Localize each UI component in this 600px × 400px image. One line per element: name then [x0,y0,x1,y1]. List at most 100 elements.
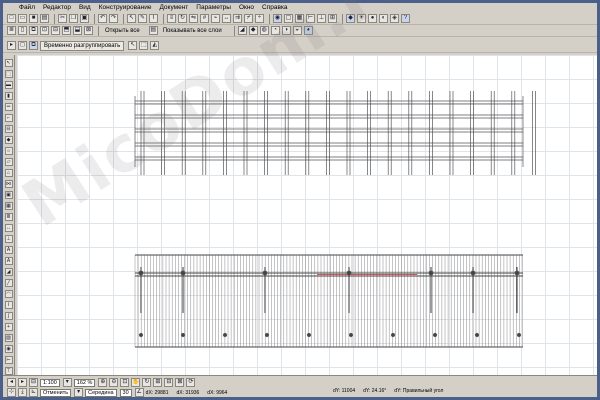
display-options-icon[interactable]: ◕ [303,26,313,35]
floor-icon[interactable]: ⊟ [29,378,38,387]
hotspot-tool-icon[interactable]: + [4,323,13,331]
stair-tool-icon[interactable]: ≣ [4,213,13,221]
rotate-view-icon[interactable]: ↻ [142,378,152,387]
lamp-tool-icon[interactable]: ☼ [4,147,13,155]
rebar-grid-plan[interactable] [17,55,597,375]
line-tool-icon[interactable]: ╱ [4,279,13,287]
open-folder-icon[interactable]: ▭ [18,14,27,23]
print-icon[interactable]: ▤ [40,14,49,23]
grid-icon[interactable]: # [200,14,209,23]
navigator-icon[interactable]: ◐ [379,14,388,23]
ortho-icon[interactable]: ⊾ [29,388,38,397]
menu-options[interactable]: Параметры [192,3,235,13]
mirror-icon[interactable]: ⇋ [189,14,198,23]
menu-view[interactable]: Вид [75,3,95,13]
section-tool-icon[interactable]: ⊢ [4,356,13,364]
renovation-icon[interactable]: ◒ [292,26,302,35]
prev-view-icon[interactable]: ◂ [7,378,16,387]
offset-icon[interactable]: ⇉ [233,14,242,23]
align-icon[interactable]: ≡ [167,14,176,23]
dimension-tool-icon[interactable]: ↔ [4,224,13,232]
wall-tool-icon[interactable]: ▬ [4,81,13,89]
stretch-icon[interactable]: ↔ [222,14,231,23]
label-tool-icon[interactable]: A [4,257,13,265]
ungroup-icon[interactable]: ⊡ [40,26,49,35]
zoom-field[interactable]: 162 % [73,378,96,387]
level-tool-icon[interactable]: ⊥ [4,235,13,243]
mesh-tool-icon[interactable]: ⋈ [4,180,13,188]
camera-icon[interactable]: ◉ [273,14,282,23]
temporary-ungroup-button[interactable]: Временно разгруппировать [40,40,125,51]
zoom-in-icon[interactable]: ⊕ [98,378,108,387]
new-file-icon[interactable]: □ [7,14,16,23]
eyedropper-icon[interactable]: ⌇ [149,14,158,23]
rotate-icon[interactable]: ↻ [178,14,187,23]
gravity-icon[interactable]: ⤓ [18,388,27,397]
pointer-icon[interactable]: ↖ [128,41,138,50]
window-tool-icon[interactable]: ⊟ [4,125,13,133]
fill-icon[interactable]: ◆ [248,26,258,35]
layout-icon[interactable]: ▦ [295,14,304,23]
layer-lock-icon[interactable]: ▯ [18,26,27,35]
section-icon[interactable]: ⊞ [328,14,337,23]
model-view-icon[interactable]: ◑ [281,26,291,35]
menu-help[interactable]: Справка [258,3,292,13]
zone-tool-icon[interactable]: ▣ [4,191,13,199]
arc-tool-icon[interactable]: ◠ [4,290,13,298]
layer-field[interactable]: Отменить [40,388,72,397]
column-tool-icon[interactable]: ▮ [4,92,13,100]
zoom-out-icon[interactable]: ⊖ [109,378,119,387]
3d-view-icon[interactable]: ◈ [390,14,399,23]
next-view-icon[interactable]: ▸ [18,378,27,387]
show-all-layers-button[interactable]: Показывать все слои [160,26,225,36]
open-all-button[interactable]: Открыть все [102,26,143,36]
light-icon[interactable]: ☀ [357,14,366,23]
bring-front-icon[interactable]: ⬒ [62,26,71,35]
menu-edit[interactable]: Редактор [39,3,75,13]
spline-tool-icon[interactable]: ∫ [4,312,13,320]
menu-document[interactable]: Документ [155,3,192,13]
elevation-tool-icon[interactable]: ⊤ [4,367,13,375]
cut-icon[interactable]: ✂ [58,14,67,23]
selection-info-icon[interactable]: ◻ [18,41,27,50]
menu-design[interactable]: Конструирование [95,3,156,13]
scale-dropdown-icon[interactable]: ▾ [62,378,72,387]
layers-icon[interactable]: ▤ [148,26,158,35]
drawing-canvas[interactable] [17,55,597,375]
slab-tool-icon[interactable]: ▱ [4,158,13,166]
group-toggle-icon[interactable]: ⧉ [29,41,38,50]
curtain-wall-tool-icon[interactable]: ▦ [4,202,13,210]
paste-icon[interactable]: ▣ [80,14,89,23]
menu-file[interactable]: Файл [15,3,39,13]
undo-icon[interactable]: ↶ [98,14,107,23]
sphere-icon[interactable]: ● [368,14,377,23]
roof-tool-icon[interactable]: ⌂ [4,169,13,177]
previous-zoom-icon[interactable]: ⊟ [164,378,174,387]
shading-icon[interactable]: ◢ [237,26,247,35]
refresh-icon[interactable]: ⟳ [186,378,196,387]
snap-combo[interactable]: Середина [85,388,117,397]
help-icon[interactable]: ? [401,14,410,23]
camera-tool-icon[interactable]: ◉ [4,345,13,353]
arrow-select-icon[interactable]: ↖ [4,59,13,67]
save-icon[interactable]: ■ [29,14,38,23]
pen-icon[interactable]: ✎ [138,14,147,23]
magic-wand-icon[interactable]: ⌁ [211,14,220,23]
fill-tool-icon[interactable]: ◢ [4,268,13,276]
material-icon[interactable]: ◍ [259,26,269,35]
scale-field[interactable]: 1:100 [40,378,60,387]
angle-field[interactable]: 30 [119,388,132,397]
lock-icon[interactable]: ⊠ [84,26,93,35]
redo-icon[interactable]: ↷ [109,14,118,23]
layer-settings-icon[interactable]: ≣ [7,26,16,35]
paint-bucket-icon[interactable]: ◭ [150,41,160,50]
arrow-tool-icon[interactable]: ↖ [127,14,136,23]
render-icon[interactable]: ◆ [346,14,355,23]
beam-tool-icon[interactable]: ═ [4,103,13,111]
fit-in-window-icon[interactable]: ⊡ [120,378,130,387]
angle-icon[interactable]: ∠ [134,388,144,397]
next-zoom-icon[interactable]: ⊠ [175,378,185,387]
polyline-tool-icon[interactable]: ⌇ [4,301,13,309]
menu-window[interactable]: Окно [235,3,258,13]
snap-icon[interactable]: ⊹ [7,388,16,397]
